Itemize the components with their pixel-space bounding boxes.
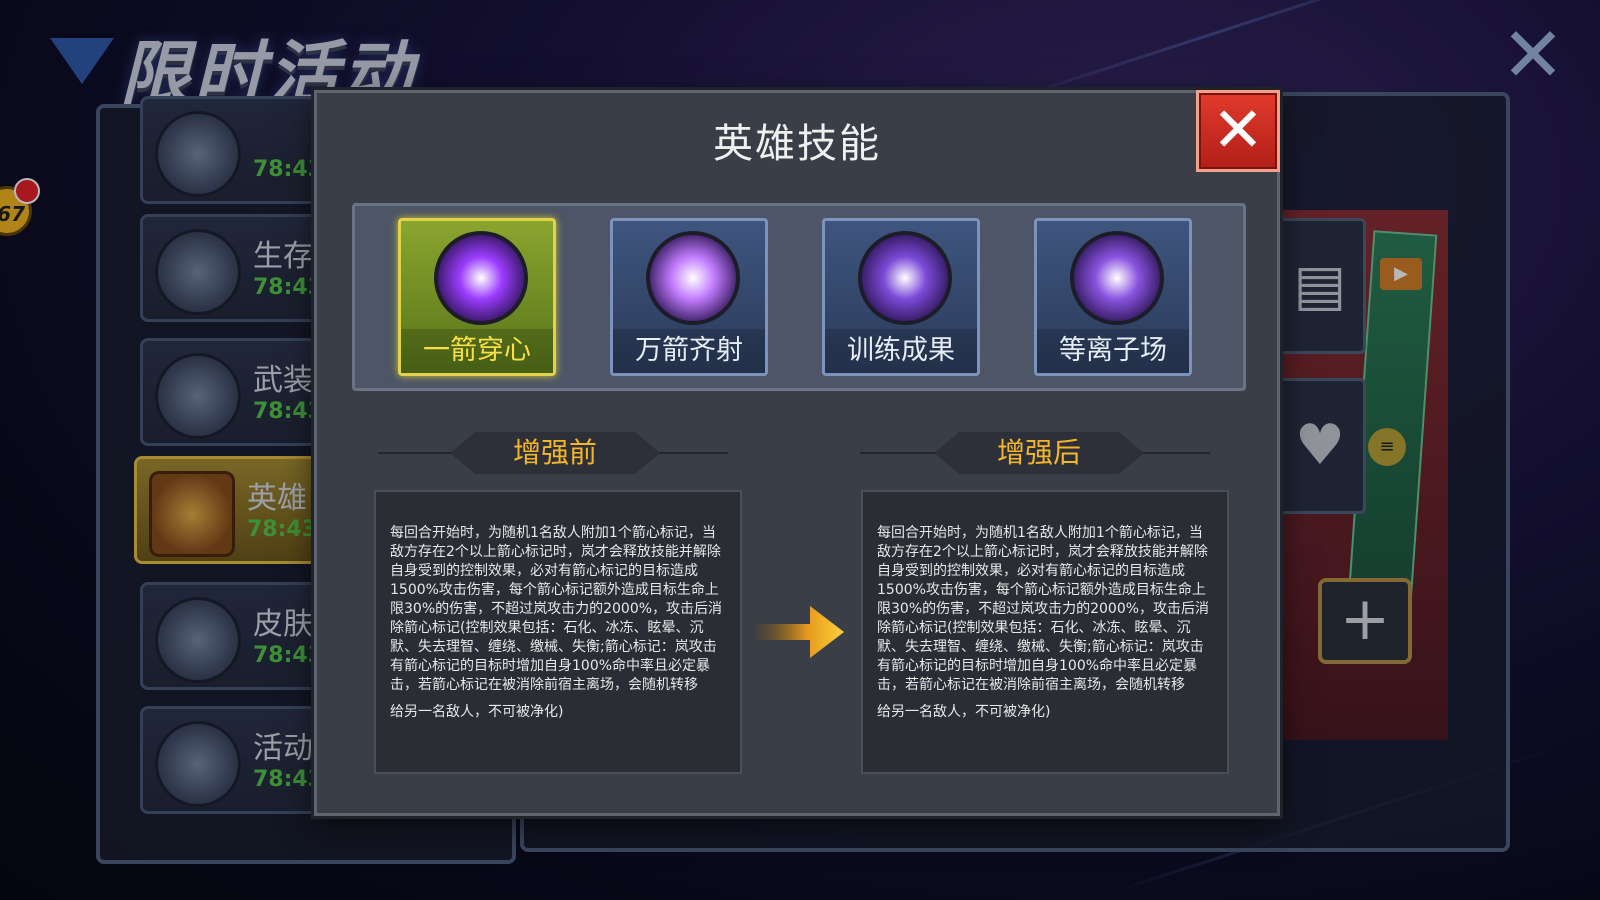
archer-silhouette-icon xyxy=(1070,231,1164,325)
after-description-text: 每回合开始时，为随机1名敌人附加1个箭心标记，当敌方存在2个以上箭心标记时，岚才… xyxy=(877,525,1210,693)
before-description-text: 每回合开始时，为随机1名敌人附加1个箭心标记，当敌方存在2个以上箭心标记时，岚才… xyxy=(390,525,723,693)
skill-tab[interactable]: 训练成果 xyxy=(822,218,980,376)
skill-tab[interactable]: 一箭穿心 xyxy=(398,218,556,376)
dialog-title: 英雄技能 xyxy=(713,121,881,167)
before-heading: 增强前 xyxy=(450,432,660,474)
dialog-close-button[interactable]: ✕ xyxy=(1196,90,1280,172)
arrow-volley-icon xyxy=(646,231,740,325)
heroine-portrait-icon xyxy=(858,231,952,325)
before-description: 每回合开始时，为随机1名敌人附加1个箭心标记，当敌方存在2个以上箭心标记时，岚才… xyxy=(374,490,742,774)
skill-tab-label: 训练成果 xyxy=(825,329,977,373)
before-description-end: 给另一名敌人，不可被净化) xyxy=(390,704,564,720)
skill-tab-label: 一箭穿心 xyxy=(401,329,553,373)
after-heading: 增强后 xyxy=(934,432,1144,474)
skill-tab[interactable]: 等离子场 xyxy=(1034,218,1192,376)
after-description-end: 给另一名敌人，不可被净化) xyxy=(877,704,1051,720)
purple-orb-icon xyxy=(434,231,528,325)
after-description: 每回合开始时，为随机1名敌人附加1个箭心标记，当敌方存在2个以上箭心标记时，岚才… xyxy=(861,490,1229,774)
skill-tab-label: 等离子场 xyxy=(1037,329,1189,373)
skill-tab[interactable]: 万箭齐射 xyxy=(610,218,768,376)
skill-tab-label: 万箭齐射 xyxy=(613,329,765,373)
right-arrow-icon xyxy=(752,606,844,658)
